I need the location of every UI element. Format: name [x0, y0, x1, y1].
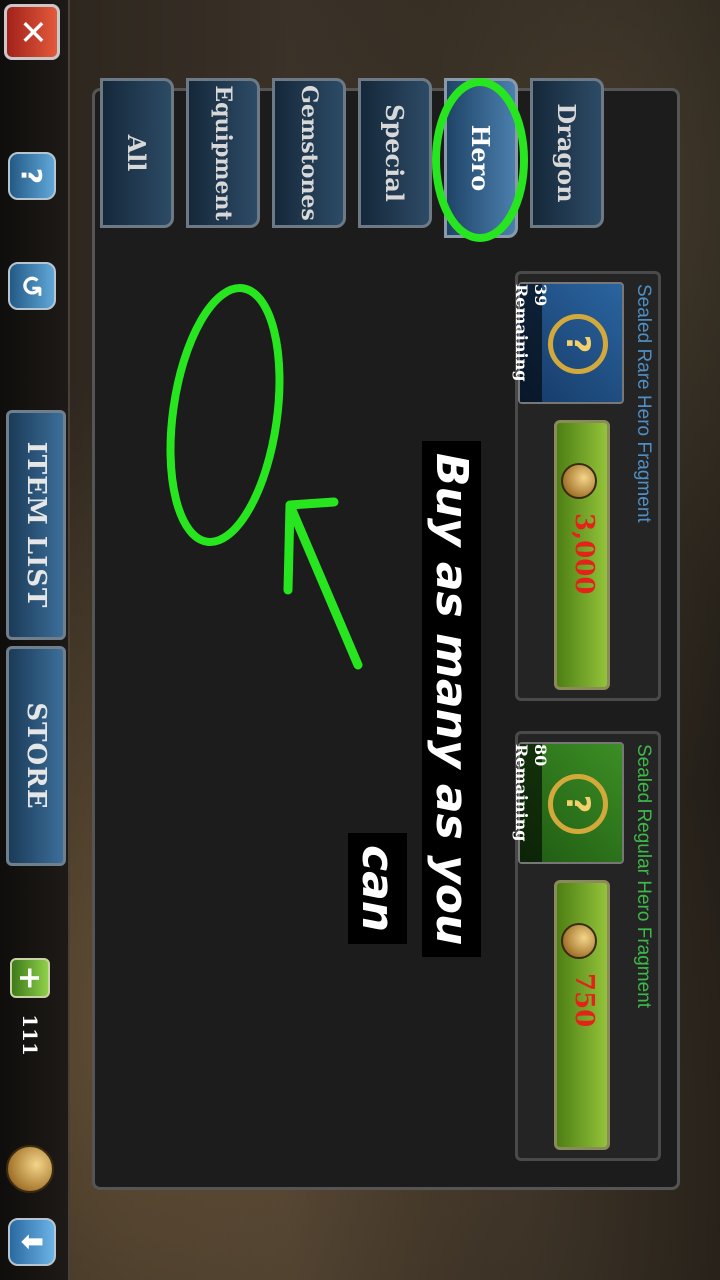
annotation-overlay [166, 78, 528, 670]
price-highlight-circle [166, 284, 284, 546]
hero-tab-highlight-circle [432, 78, 528, 242]
arrow-shaft [287, 505, 363, 670]
